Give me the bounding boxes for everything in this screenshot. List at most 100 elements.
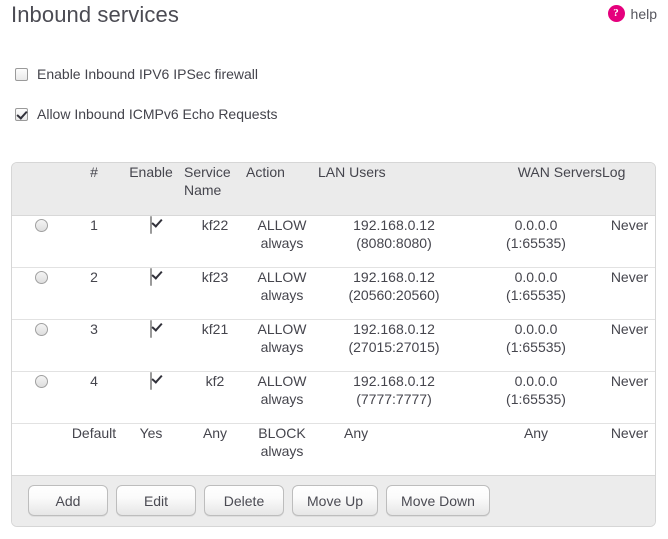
row-enable-cell[interactable] (118, 267, 184, 319)
row-action-schedule: always (246, 234, 318, 252)
row-action-schedule: always (246, 338, 318, 356)
row-wan-ports: (1:65535) (470, 234, 602, 252)
default-row-action-schedule: always (246, 442, 318, 460)
enable-ipv6-ipsec-firewall-checkbox[interactable] (15, 68, 28, 81)
row-enable-cell[interactable] (118, 319, 184, 371)
inbound-services-table-panel: # Enable Service Name Action LAN Users W… (11, 162, 656, 527)
page-title: Inbound services (11, 2, 179, 28)
row-service-name: kf21 (184, 319, 246, 371)
row-radio-2[interactable] (35, 271, 48, 284)
row-enable-cell[interactable] (118, 215, 184, 267)
inbound-services-page: Inbound services ? help Enable Inbound I… (0, 0, 668, 539)
move-up-button[interactable]: Move Up (292, 485, 378, 516)
row-wan-address: 0.0.0.0 (515, 321, 558, 337)
row-action-value: ALLOW (257, 373, 306, 389)
row-radio-1[interactable] (35, 219, 48, 232)
row-action: ALLOWalways (246, 319, 318, 371)
row-wan-ports: (1:65535) (470, 338, 602, 356)
table-body: 1kf22ALLOWalways192.168.0.12(8080:8080)0… (12, 215, 656, 475)
default-row-wan-servers: Any (470, 423, 602, 475)
row-number: 1 (70, 215, 118, 267)
row-wan-servers: 0.0.0.0(1:65535) (470, 371, 602, 423)
row-radio-3[interactable] (35, 323, 48, 336)
default-row-log: Never (602, 423, 656, 475)
column-header-wan-servers: WAN Servers (470, 163, 602, 215)
table-row[interactable]: 4kf2ALLOWalways192.168.0.12(7777:7777)0.… (12, 371, 656, 423)
default-row-select-cell (12, 423, 70, 475)
row-select-cell[interactable] (12, 319, 70, 371)
table-row[interactable]: 1kf22ALLOWalways192.168.0.12(8080:8080)0… (12, 215, 656, 267)
row-wan-servers: 0.0.0.0(1:65535) (470, 319, 602, 371)
add-button[interactable]: Add (28, 485, 108, 516)
question-mark-circle-icon: ? (608, 5, 625, 22)
row-number: 3 (70, 319, 118, 371)
row-lan-address: 192.168.0.12 (353, 321, 435, 337)
row-number: 4 (70, 371, 118, 423)
default-row-service-name: Any (184, 423, 246, 475)
allow-icmpv6-echo-requests-row[interactable]: Allow Inbound ICMPv6 Echo Requests (15, 106, 277, 122)
row-service-name: kf23 (184, 267, 246, 319)
column-header-log: Log (602, 163, 656, 215)
row-action-schedule: always (246, 286, 318, 304)
row-enable-checkbox-2[interactable] (150, 268, 152, 286)
default-row-enable: Yes (118, 423, 184, 475)
row-select-cell[interactable] (12, 267, 70, 319)
row-service-name: kf2 (184, 371, 246, 423)
row-lan-ports: (8080:8080) (318, 234, 470, 252)
table-header: # Enable Service Name Action LAN Users W… (12, 163, 656, 215)
row-lan-ports: (20560:20560) (318, 286, 470, 304)
row-select-cell[interactable] (12, 215, 70, 267)
row-lan-users: 192.168.0.12(27015:27015) (318, 319, 470, 371)
row-lan-ports: (27015:27015) (318, 338, 470, 356)
column-header-select (12, 163, 70, 215)
column-header-number: # (70, 163, 118, 215)
inbound-services-table: # Enable Service Name Action LAN Users W… (12, 163, 656, 475)
allow-icmpv6-echo-requests-label: Allow Inbound ICMPv6 Echo Requests (37, 106, 277, 122)
row-action-schedule: always (246, 390, 318, 408)
table-row[interactable]: 2kf23ALLOWalways192.168.0.12(20560:20560… (12, 267, 656, 319)
row-action-value: ALLOW (257, 321, 306, 337)
row-wan-servers: 0.0.0.0(1:65535) (470, 267, 602, 319)
row-wan-address: 0.0.0.0 (515, 217, 558, 233)
table-action-bar: Add Edit Delete Move Up Move Down (12, 475, 655, 526)
default-row-lan-users: Any (318, 423, 470, 475)
row-select-cell[interactable] (12, 371, 70, 423)
column-header-lan-users: LAN Users (318, 163, 470, 215)
row-action-value: ALLOW (257, 217, 306, 233)
move-down-button[interactable]: Move Down (386, 485, 490, 516)
default-row-action-value: BLOCK (258, 425, 305, 441)
row-service-name: kf22 (184, 215, 246, 267)
column-header-service-name: Service Name (184, 163, 246, 215)
row-action: ALLOWalways (246, 267, 318, 319)
column-header-enable: Enable (118, 163, 184, 215)
row-wan-ports: (1:65535) (470, 286, 602, 304)
row-lan-address: 192.168.0.12 (353, 217, 435, 233)
enable-ipv6-ipsec-firewall-label: Enable Inbound IPV6 IPSec firewall (37, 66, 258, 82)
column-header-action: Action (246, 163, 318, 215)
default-row-action: BLOCKalways (246, 423, 318, 475)
delete-button[interactable]: Delete (204, 485, 284, 516)
row-wan-address: 0.0.0.0 (515, 269, 558, 285)
row-log: Never (602, 371, 656, 423)
row-log: Never (602, 215, 656, 267)
row-lan-ports: (7777:7777) (318, 390, 470, 408)
row-enable-cell[interactable] (118, 371, 184, 423)
row-lan-address: 192.168.0.12 (353, 269, 435, 285)
help-label: help (631, 6, 657, 22)
row-wan-servers: 0.0.0.0(1:65535) (470, 215, 602, 267)
row-action: ALLOWalways (246, 215, 318, 267)
edit-button[interactable]: Edit (116, 485, 196, 516)
row-enable-checkbox-1[interactable] (150, 216, 152, 234)
row-enable-checkbox-3[interactable] (150, 320, 152, 338)
row-lan-users: 192.168.0.12(8080:8080) (318, 215, 470, 267)
allow-icmpv6-echo-requests-checkbox[interactable] (15, 108, 28, 121)
table-row[interactable]: 3kf21ALLOWalways192.168.0.12(27015:27015… (12, 319, 656, 371)
enable-ipv6-ipsec-firewall-row[interactable]: Enable Inbound IPV6 IPSec firewall (15, 66, 258, 82)
row-enable-checkbox-4[interactable] (150, 372, 152, 390)
default-row-number: Default (70, 423, 118, 475)
help-link[interactable]: ? help (608, 5, 657, 22)
row-action: ALLOWalways (246, 371, 318, 423)
row-action-value: ALLOW (257, 269, 306, 285)
row-radio-4[interactable] (35, 375, 48, 388)
row-log: Never (602, 319, 656, 371)
